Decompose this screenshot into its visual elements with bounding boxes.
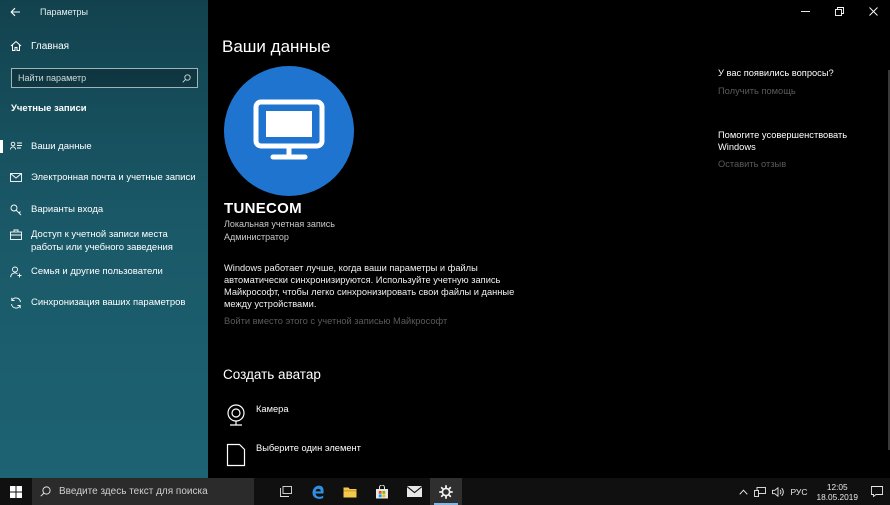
create-avatar-title: Создать аватар — [223, 367, 321, 382]
sidebar-item-email[interactable]: Электронная почта и учетные записи — [0, 171, 208, 184]
network-icon — [754, 486, 767, 497]
taskbar-search-placeholder: Введите здесь текст для поиска — [59, 486, 208, 497]
sidebar-item-family[interactable]: Семья и другие пользователи — [0, 265, 208, 278]
window-controls — [788, 0, 890, 22]
close-icon — [868, 6, 878, 16]
camera-label: Камера — [256, 404, 289, 414]
sidebar-item-work-access[interactable]: Доступ к учетной записи места работы или… — [0, 228, 208, 254]
page-title: Ваши данные — [222, 37, 331, 56]
task-view-button[interactable] — [270, 478, 302, 505]
notifications-icon — [871, 486, 883, 497]
store-icon — [376, 484, 388, 498]
home-label: Главная — [31, 40, 70, 52]
home-icon — [10, 40, 22, 51]
person-add-icon — [10, 265, 22, 278]
improve-windows-text: Помогите усовершенствовать Windows — [718, 130, 848, 152]
sidebar-item-label: Электронная почта и учетные записи — [31, 172, 196, 183]
user-role: Администратор — [224, 232, 289, 242]
network-button[interactable] — [751, 478, 769, 505]
settings-app-button[interactable] — [430, 478, 462, 505]
taskbar-search[interactable]: Введите здесь текст для поиска — [32, 478, 254, 505]
choose-file-label: Выберите один элемент — [256, 443, 361, 453]
settings-search[interactable] — [11, 68, 198, 88]
minimize-icon — [800, 10, 810, 12]
store-button[interactable] — [366, 478, 398, 505]
edge-button[interactable] — [302, 478, 334, 505]
settings-icon — [439, 484, 453, 499]
file-explorer-icon — [343, 487, 357, 497]
taskbar: Введите здесь текст для поиска РУС 12:05… — [0, 478, 890, 505]
action-center-button[interactable] — [864, 478, 890, 505]
edge-icon — [312, 485, 324, 499]
camera-option[interactable]: Камера — [226, 404, 289, 426]
home-link[interactable]: Главная — [10, 40, 69, 52]
sync-info-text: Windows работает лучше, когда ваши парам… — [224, 263, 515, 309]
camera-icon — [227, 404, 245, 426]
search-input[interactable] — [18, 73, 182, 83]
system-tray: РУС 12:05 18.05.2019 — [736, 478, 890, 505]
show-hidden-icons-button[interactable] — [736, 478, 751, 505]
clock[interactable]: 12:05 18.05.2019 — [810, 482, 864, 502]
briefcase-icon — [10, 228, 22, 241]
avatar — [224, 66, 354, 196]
sidebar-item-label: Доступ к учетной записи места работы или… — [31, 229, 173, 253]
sidebar-item-sign-in-options[interactable]: Варианты входа — [0, 203, 208, 216]
sidebar-item-label: Синхронизация ваших параметров — [31, 297, 186, 308]
back-arrow-icon — [9, 7, 20, 17]
account-type: Локальная учетная запись — [224, 219, 335, 229]
back-button[interactable] — [0, 0, 30, 24]
sync-icon — [10, 296, 22, 309]
app-title: Параметры — [40, 7, 88, 17]
mail-icon — [406, 486, 422, 497]
task-view-icon — [280, 486, 292, 497]
microsoft-signin-link[interactable]: Войти вместо этого с учетной записью Май… — [224, 316, 447, 326]
key-icon — [10, 203, 22, 216]
volume-button[interactable] — [769, 478, 787, 505]
sidebar-item-label: Варианты входа — [31, 204, 104, 215]
section-title: Учетные записи — [11, 103, 87, 114]
search-icon — [40, 486, 51, 497]
person-list-icon — [10, 140, 22, 153]
restore-icon — [834, 6, 844, 16]
monitor-icon — [253, 99, 325, 160]
help-question: У вас появились вопросы? — [718, 68, 834, 78]
main-content: Ваши данные TUNECOM Локальная учетная за… — [208, 0, 890, 478]
mail-icon — [10, 171, 22, 184]
close-button[interactable] — [856, 0, 890, 22]
feedback-link[interactable]: Оставить отзыв — [718, 159, 786, 169]
mail-app-button[interactable] — [398, 478, 430, 505]
chevron-up-icon — [739, 488, 749, 495]
minimize-button[interactable] — [788, 0, 822, 22]
get-help-link[interactable]: Получить помощь — [718, 86, 796, 96]
restore-button[interactable] — [822, 0, 856, 22]
volume-icon — [772, 486, 785, 497]
choose-file-option[interactable]: Выберите один элемент — [226, 443, 361, 467]
sidebar-item-sync[interactable]: Синхронизация ваших параметров — [0, 296, 208, 309]
windows-logo-icon — [10, 485, 22, 498]
sidebar: Параметры Главная Учетные записи Ваши да… — [0, 0, 208, 478]
clock-time: 12:05 — [826, 481, 848, 492]
language-indicator[interactable]: РУС — [787, 478, 810, 505]
file-icon — [226, 443, 246, 467]
sidebar-item-label: Семья и другие пользователи — [31, 266, 163, 277]
clock-date: 18.05.2019 — [816, 491, 858, 502]
title-bar: Параметры — [0, 0, 208, 24]
file-explorer-button[interactable] — [334, 478, 366, 505]
start-button[interactable] — [0, 478, 32, 505]
sidebar-item-your-info[interactable]: Ваши данные — [0, 140, 208, 153]
sidebar-item-label: Ваши данные — [31, 141, 92, 152]
search-icon — [182, 73, 191, 83]
user-name: TUNECOM — [224, 200, 302, 217]
